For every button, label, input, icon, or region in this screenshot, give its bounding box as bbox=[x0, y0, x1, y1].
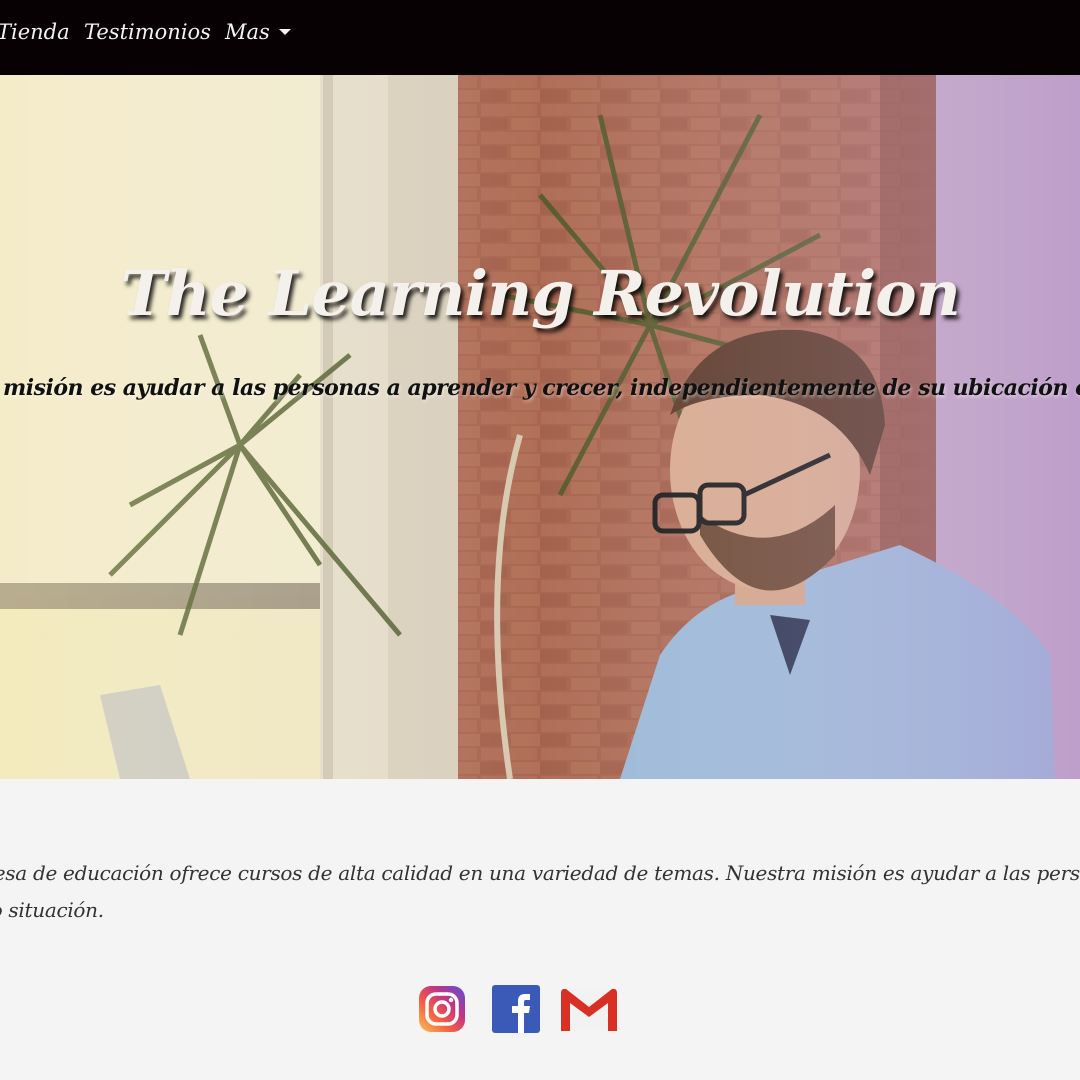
instagram-link[interactable] bbox=[418, 985, 466, 1033]
hero-banner: The Learning Revolution ra misión es ayu… bbox=[0, 75, 1080, 779]
about-line-2: n o situación. bbox=[0, 898, 104, 922]
gmail-icon bbox=[561, 988, 617, 1031]
hero-subtitle: ra misión es ayudar a las personas a apr… bbox=[0, 375, 1080, 401]
nav-dropdown-mas[interactable]: Mas bbox=[225, 18, 291, 46]
facebook-link[interactable] bbox=[492, 985, 540, 1033]
instagram-icon bbox=[419, 986, 465, 1032]
facebook-icon bbox=[492, 985, 540, 1033]
navbar: Tienda Testimonios Mas bbox=[0, 0, 1080, 75]
nav-dropdown-mas-label: Mas bbox=[225, 20, 270, 44]
about-paragraph: presa de educación ofrece cursos de alta… bbox=[0, 855, 1080, 929]
caret-down-icon bbox=[278, 28, 291, 35]
about-line-1: presa de educación ofrece cursos de alta… bbox=[0, 861, 1080, 885]
nav-link-tienda[interactable]: Tienda bbox=[0, 18, 70, 46]
nav-link-testimonios[interactable]: Testimonios bbox=[84, 18, 211, 46]
hero-title: The Learning Revolution bbox=[120, 257, 960, 330]
hero-background-image bbox=[0, 75, 1080, 779]
gmail-link[interactable] bbox=[559, 985, 617, 1033]
